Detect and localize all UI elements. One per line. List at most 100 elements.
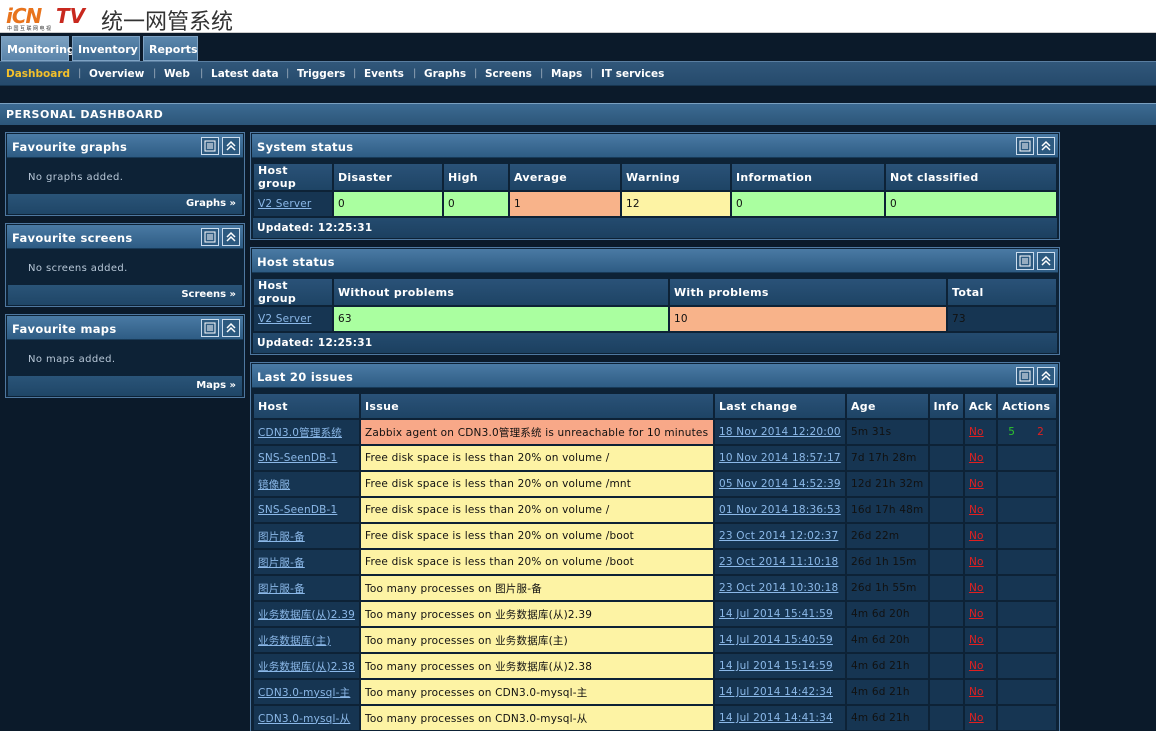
subnav-it-services[interactable]: IT services xyxy=(601,68,664,80)
host-link[interactable]: 业务数据库(从)2.38 xyxy=(254,654,359,678)
menu-icon[interactable] xyxy=(201,137,219,155)
high-count[interactable]: 0 xyxy=(444,192,508,216)
host-link[interactable]: 图片服-备 xyxy=(254,576,359,600)
warning-count[interactable]: 12 xyxy=(622,192,730,216)
host-group-link[interactable]: V2 Server xyxy=(254,307,332,331)
ack-cell[interactable]: No xyxy=(964,498,997,522)
information-count[interactable]: 0 xyxy=(732,192,884,216)
tab-monitoring[interactable]: Monitoring xyxy=(1,36,75,61)
ack-link[interactable]: No xyxy=(969,660,984,672)
collapse-icon[interactable] xyxy=(1037,137,1055,155)
host-group-link[interactable]: V2 Server xyxy=(254,192,332,216)
column-header[interactable]: Warning xyxy=(622,164,730,190)
host-link[interactable]: 业务数据库(主) xyxy=(254,628,359,652)
column-header[interactable]: Host group xyxy=(254,279,332,305)
host-link[interactable]: SNS-SeenDB-1 xyxy=(254,446,359,470)
issue-description[interactable]: Free disk space is less than 20% on volu… xyxy=(360,524,713,548)
actions-ok-count[interactable]: 5 xyxy=(1008,426,1015,438)
subnav-web[interactable]: Web xyxy=(164,68,190,80)
menu-icon[interactable] xyxy=(201,319,219,337)
ack-link[interactable]: No xyxy=(969,426,984,438)
column-header[interactable]: High xyxy=(444,164,508,190)
graphs-link[interactable]: Graphs » xyxy=(186,198,236,209)
actions-failed-count[interactable]: 2 xyxy=(1037,426,1044,438)
maps-link[interactable]: Maps » xyxy=(196,380,236,391)
column-header[interactable]: Host xyxy=(254,394,359,418)
column-header[interactable]: Total xyxy=(948,279,1056,305)
collapse-icon[interactable] xyxy=(222,319,240,337)
ack-cell[interactable]: No xyxy=(964,472,997,496)
ack-link[interactable]: No xyxy=(969,712,984,724)
issue-description[interactable]: Too many processes on 图片服-备 xyxy=(360,576,713,600)
ack-link[interactable]: No xyxy=(969,478,984,490)
ack-cell[interactable]: No xyxy=(964,576,997,600)
subnav-dashboard[interactable]: Dashboard xyxy=(6,68,70,80)
last-change-link[interactable]: 23 Oct 2014 11:10:18 xyxy=(714,550,845,574)
issue-description[interactable]: Free disk space is less than 20% on volu… xyxy=(360,498,713,522)
subnav-overview[interactable]: Overview xyxy=(89,68,144,80)
host-link[interactable]: 业务数据库(从)2.39 xyxy=(254,602,359,626)
disaster-count[interactable]: 0 xyxy=(334,192,442,216)
issue-description[interactable]: Free disk space is less than 20% on volu… xyxy=(360,446,713,470)
column-header[interactable]: Ack xyxy=(964,394,997,418)
column-header[interactable]: Not classified xyxy=(886,164,1056,190)
tab-inventory[interactable]: Inventory xyxy=(72,36,140,61)
menu-icon[interactable] xyxy=(1016,367,1034,385)
issue-description[interactable]: Too many processes on 业务数据库(主) xyxy=(360,628,713,652)
collapse-icon[interactable] xyxy=(222,228,240,246)
last-change-link[interactable]: 18 Nov 2014 12:20:00 xyxy=(714,420,845,444)
ack-link[interactable]: No xyxy=(969,582,984,594)
column-header[interactable]: With problems xyxy=(670,279,946,305)
ack-cell[interactable]: No xyxy=(964,706,997,730)
last-change-link[interactable]: 23 Oct 2014 12:02:37 xyxy=(714,524,845,548)
not-classified-count[interactable]: 0 xyxy=(886,192,1056,216)
issue-description[interactable]: Too many processes on 业务数据库(从)2.38 xyxy=(360,654,713,678)
menu-icon[interactable] xyxy=(1016,137,1034,155)
last-change-link[interactable]: 14 Jul 2014 15:41:59 xyxy=(714,602,845,626)
issue-description[interactable]: Too many processes on CDN3.0-mysql-从 xyxy=(360,706,713,730)
last-change-link[interactable]: 14 Jul 2014 15:14:59 xyxy=(714,654,845,678)
issue-description[interactable]: Free disk space is less than 20% on volu… xyxy=(360,472,713,496)
collapse-icon[interactable] xyxy=(222,137,240,155)
ack-link[interactable]: No xyxy=(969,686,984,698)
issue-description[interactable]: Too many processes on CDN3.0-mysql-主 xyxy=(360,680,713,704)
column-header[interactable]: Average xyxy=(510,164,620,190)
average-count[interactable]: 1 xyxy=(510,192,620,216)
host-link[interactable]: CDN3.0管理系统 xyxy=(254,420,359,444)
column-header[interactable]: Disaster xyxy=(334,164,442,190)
subnav-maps[interactable]: Maps xyxy=(551,68,582,80)
ack-link[interactable]: No xyxy=(969,634,984,646)
ack-link[interactable]: No xyxy=(969,608,984,620)
issue-description[interactable]: Zabbix agent on CDN3.0管理系统 is unreachabl… xyxy=(360,420,713,444)
last-change-link[interactable]: 23 Oct 2014 10:30:18 xyxy=(714,576,845,600)
ack-cell[interactable]: No xyxy=(964,680,997,704)
last-change-link[interactable]: 01 Nov 2014 18:36:53 xyxy=(714,498,845,522)
column-header[interactable]: Last change xyxy=(714,394,845,418)
last-change-link[interactable]: 05 Nov 2014 14:52:39 xyxy=(714,472,845,496)
host-link[interactable]: 图片服-备 xyxy=(254,550,359,574)
ack-cell[interactable]: No xyxy=(964,446,997,470)
last-change-link[interactable]: 14 Jul 2014 14:42:34 xyxy=(714,680,845,704)
collapse-icon[interactable] xyxy=(1037,252,1055,270)
menu-icon[interactable] xyxy=(1016,252,1034,270)
ack-link[interactable]: No xyxy=(969,452,984,464)
subnav-screens[interactable]: Screens xyxy=(485,68,532,80)
issue-description[interactable]: Free disk space is less than 20% on volu… xyxy=(360,550,713,574)
column-header[interactable]: Issue xyxy=(360,394,713,418)
subnav-latest-data[interactable]: Latest data xyxy=(211,68,279,80)
host-link[interactable]: CDN3.0-mysql-主 xyxy=(254,680,359,704)
last-change-link[interactable]: 10 Nov 2014 18:57:17 xyxy=(714,446,845,470)
ack-cell[interactable]: No xyxy=(964,524,997,548)
ack-cell[interactable]: No xyxy=(964,602,997,626)
subnav-triggers[interactable]: Triggers xyxy=(297,68,345,80)
host-link[interactable]: 镜像服 xyxy=(254,472,359,496)
last-change-link[interactable]: 14 Jul 2014 14:41:34 xyxy=(714,706,845,730)
ack-cell[interactable]: No xyxy=(964,550,997,574)
column-header[interactable]: Without problems xyxy=(334,279,668,305)
issue-description[interactable]: Too many processes on 业务数据库(从)2.39 xyxy=(360,602,713,626)
menu-icon[interactable] xyxy=(201,228,219,246)
tab-reports[interactable]: Reports xyxy=(143,36,198,61)
collapse-icon[interactable] xyxy=(1037,367,1055,385)
screens-link[interactable]: Screens » xyxy=(181,289,236,300)
subnav-graphs[interactable]: Graphs xyxy=(424,68,466,80)
